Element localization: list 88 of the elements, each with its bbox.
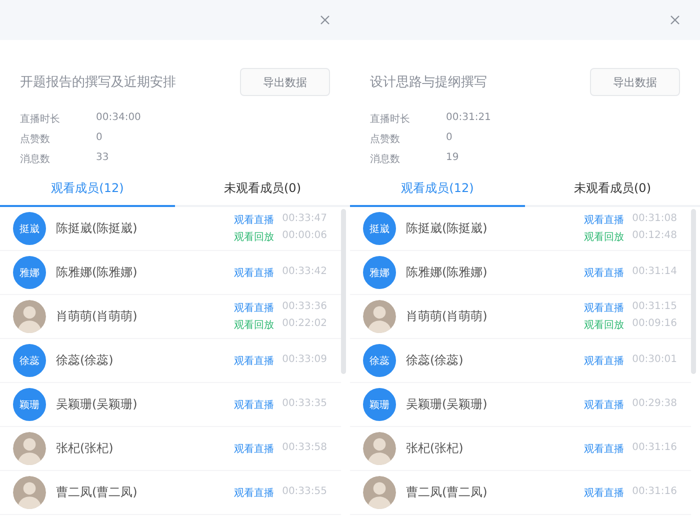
close-icon[interactable] xyxy=(670,15,680,25)
member-name: 肖萌萌(肖萌萌) xyxy=(406,308,488,325)
stat-value: 00:34:00 xyxy=(96,112,141,125)
avatar-icon xyxy=(363,432,396,465)
watch-time: 00:31:16 xyxy=(632,486,677,498)
member-name: 陈挺崴(陈挺崴) xyxy=(406,220,488,237)
watch-time: 00:31:16 xyxy=(632,442,677,454)
member-name: 徐蕊(徐蕊) xyxy=(56,352,114,369)
watch-time: 00:22:02 xyxy=(282,318,327,331)
avatar-icon xyxy=(363,476,396,509)
stat-label: 直播时长 xyxy=(370,112,411,126)
stat-label: 消息数 xyxy=(20,152,51,166)
watch-time: 00:33:55 xyxy=(282,486,327,498)
avatar: 颖珊 xyxy=(363,388,396,421)
watch-time: 00:00:06 xyxy=(282,230,327,243)
watch-type-label: 观看直播 xyxy=(584,486,624,500)
watch-type-label: 观看回放 xyxy=(234,318,274,332)
watch-time: 00:33:35 xyxy=(282,398,327,410)
watch-type-label: 观看直播 xyxy=(584,266,624,280)
watch-type-label: 观看直播 xyxy=(234,266,274,280)
member-name: 陈雅娜(陈雅娜) xyxy=(56,264,138,281)
watch-type-label: 观看直播 xyxy=(584,214,624,227)
course-title: 设计思路与提纲撰写 xyxy=(370,74,487,91)
watch-time: 00:33:42 xyxy=(282,266,327,278)
watch-type-label: 观看回放 xyxy=(234,230,274,244)
watch-type-label: 观看直播 xyxy=(584,354,624,368)
stat-value: 19 xyxy=(446,152,459,165)
stat-value: 00:31:21 xyxy=(446,112,491,125)
stat-label: 点赞数 xyxy=(370,132,401,146)
tab[interactable]: 未观看成员(0) xyxy=(525,174,700,207)
scrollbar[interactable] xyxy=(691,209,696,374)
avatar: 徐蕊 xyxy=(13,344,46,377)
stat-label: 消息数 xyxy=(370,152,401,166)
watch-type-label: 观看回放 xyxy=(584,318,624,332)
member-name: 陈挺崴(陈挺崴) xyxy=(56,220,138,237)
watch-type-label: 观看直播 xyxy=(584,302,624,315)
watch-type-label: 观看直播 xyxy=(234,354,274,368)
avatar-icon xyxy=(363,300,396,333)
member-name: 吴颖珊(吴颖珊) xyxy=(56,396,138,413)
export-button[interactable]: 导出数据 xyxy=(590,68,680,96)
tab[interactable]: 观看成员(12) xyxy=(0,174,175,207)
watch-time: 00:12:48 xyxy=(632,230,677,243)
watch-time: 00:31:08 xyxy=(632,213,677,226)
watch-time: 00:31:14 xyxy=(632,266,677,278)
watch-time: 00:29:38 xyxy=(632,398,677,410)
stat-value: 0 xyxy=(446,132,452,145)
watch-time: 00:09:16 xyxy=(632,318,677,331)
avatar: 雅娜 xyxy=(13,256,46,289)
avatar-icon xyxy=(13,432,46,465)
member-name: 肖萌萌(肖萌萌) xyxy=(56,308,138,325)
avatar-icon xyxy=(13,300,46,333)
member-name: 曹二凤(曹二凤) xyxy=(56,484,138,501)
avatar: 徐蕊 xyxy=(363,344,396,377)
stat-value: 33 xyxy=(96,152,109,165)
watch-time: 00:33:47 xyxy=(282,213,327,226)
watch-type-label: 观看直播 xyxy=(234,442,274,456)
watch-type-label: 观看直播 xyxy=(234,486,274,500)
avatar: 挺崴 xyxy=(363,212,396,245)
watch-time: 00:31:15 xyxy=(632,301,677,314)
close-icon[interactable] xyxy=(320,15,330,25)
member-name: 曹二凤(曹二凤) xyxy=(406,484,488,501)
stat-label: 点赞数 xyxy=(20,132,51,146)
course-title: 开题报告的撰写及近期安排 xyxy=(20,74,176,91)
export-button[interactable]: 导出数据 xyxy=(240,68,330,96)
member-name: 张杞(张杞) xyxy=(56,440,114,457)
stat-value: 0 xyxy=(96,132,102,145)
avatar: 颖珊 xyxy=(13,388,46,421)
avatar-icon xyxy=(13,476,46,509)
watch-type-label: 观看回放 xyxy=(584,230,624,244)
watch-time: 00:33:09 xyxy=(282,354,327,366)
watch-type-label: 观看直播 xyxy=(584,442,624,456)
watch-time: 00:33:58 xyxy=(282,442,327,454)
tab[interactable]: 观看成员(12) xyxy=(350,174,525,207)
watch-type-label: 观看直播 xyxy=(584,398,624,412)
watch-type-label: 观看直播 xyxy=(234,398,274,412)
tab[interactable]: 未观看成员(0) xyxy=(175,174,350,207)
watch-time: 00:33:36 xyxy=(282,301,327,314)
scrollbar[interactable] xyxy=(341,209,346,374)
stat-label: 直播时长 xyxy=(20,112,61,126)
watch-time: 00:30:01 xyxy=(632,354,677,366)
member-name: 吴颖珊(吴颖珊) xyxy=(406,396,488,413)
member-name: 徐蕊(徐蕊) xyxy=(406,352,464,369)
avatar: 雅娜 xyxy=(363,256,396,289)
watch-type-label: 观看直播 xyxy=(234,302,274,315)
avatar: 挺崴 xyxy=(13,212,46,245)
member-name: 陈雅娜(陈雅娜) xyxy=(406,264,488,281)
watch-type-label: 观看直播 xyxy=(234,214,274,227)
member-name: 张杞(张杞) xyxy=(406,440,464,457)
